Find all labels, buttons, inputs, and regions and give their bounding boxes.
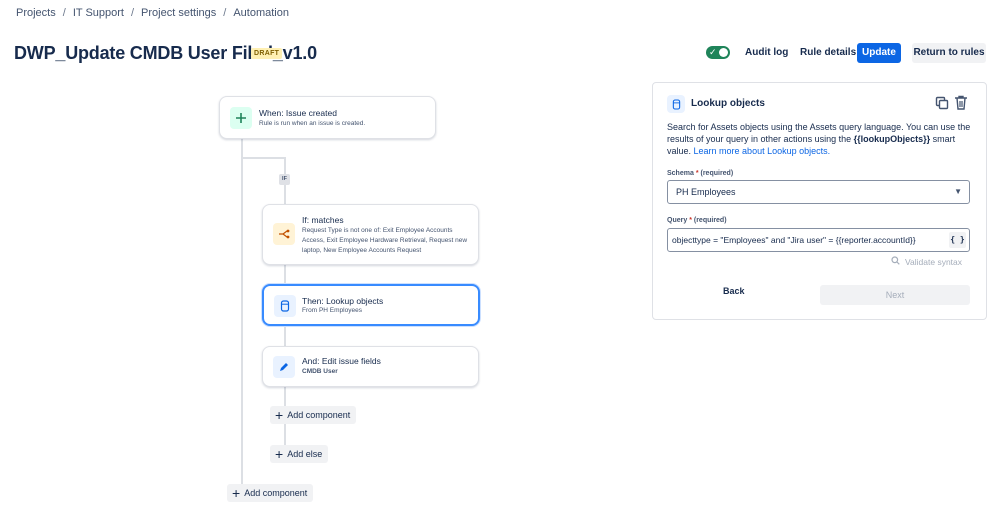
check-icon: ✓ — [709, 47, 717, 57]
trigger-title: When: Issue created — [259, 108, 337, 118]
plus-icon: + — [275, 446, 284, 462]
validate-syntax-button[interactable]: Validate syntax — [891, 256, 962, 267]
copy-icon[interactable] — [935, 96, 949, 115]
lookup-objects-card[interactable]: Then: Lookup objects From PH Employees — [262, 284, 480, 326]
branch-icon — [273, 223, 295, 245]
trash-icon[interactable] — [954, 95, 968, 115]
add-else-button[interactable]: + Add else — [270, 445, 329, 463]
schema-label: Schema * (required) — [667, 170, 733, 177]
audit-log-button[interactable]: Audit log — [737, 43, 796, 63]
edit-desc: CMDB User — [302, 368, 338, 375]
plus-icon: + — [232, 485, 241, 501]
breadcrumb-automation[interactable]: Automation — [233, 7, 289, 19]
query-input[interactable]: objecttype = "Employees" and "Jira user"… — [667, 228, 970, 252]
smart-value-button[interactable]: { } — [949, 232, 966, 248]
edit-issue-fields-card[interactable]: And: Edit issue fields CMDB User — [262, 346, 479, 387]
next-button[interactable]: Next — [820, 285, 970, 305]
plus-icon — [230, 107, 252, 129]
schema-select[interactable]: PH Employees ▼ — [667, 180, 970, 204]
breadcrumb-project-settings[interactable]: Project settings — [141, 7, 216, 19]
search-icon — [891, 256, 900, 267]
toggle-knob — [719, 48, 728, 57]
query-value: objecttype = "Employees" and "Jira user"… — [672, 235, 916, 245]
required-star: * — [689, 217, 692, 224]
flow-line-branch — [242, 157, 285, 159]
update-button[interactable]: Update — [857, 43, 901, 63]
status-badge: DRAFT — [251, 48, 283, 59]
breadcrumb-separator: / — [62, 7, 66, 19]
learn-more-link[interactable]: Learn more about Lookup objects. — [694, 146, 831, 156]
database-icon — [667, 95, 685, 113]
trigger-desc: Rule is run when an issue is created. — [259, 120, 366, 127]
back-button[interactable]: Back — [723, 286, 745, 296]
panel-title: Lookup objects — [691, 98, 765, 109]
query-label: Query * (required) — [667, 217, 727, 224]
add-component-label: Add component — [287, 410, 351, 420]
breadcrumb-projects[interactable]: Projects — [16, 7, 56, 19]
required-text: (required) — [700, 170, 734, 177]
breadcrumb-separator: / — [223, 7, 227, 19]
return-to-rules-button[interactable]: Return to rules — [912, 43, 986, 63]
rule-enabled-toggle[interactable]: ✓ — [706, 46, 730, 59]
required-text: (required) — [693, 217, 727, 224]
edit-title: And: Edit issue fields — [302, 356, 381, 366]
validate-syntax-label: Validate syntax — [905, 256, 963, 267]
chevron-down-icon: ▼ — [954, 187, 962, 196]
condition-title: If: matches — [302, 215, 344, 225]
condition-card[interactable]: If: matches Request Type is not one of: … — [262, 204, 479, 265]
required-star: * — [695, 170, 699, 177]
flow-line-main — [241, 138, 243, 487]
if-tag: IF — [279, 174, 290, 185]
panel-description: Search for Assets objects using the Asse… — [667, 121, 977, 157]
schema-label-text: Schema — [667, 170, 694, 177]
rule-details-button[interactable]: Rule details — [792, 43, 864, 63]
add-component-inner-button[interactable]: + Add component — [270, 406, 357, 424]
add-else-label: Add else — [287, 449, 323, 459]
database-icon — [274, 295, 296, 317]
trigger-card[interactable]: When: Issue created Rule is run when an … — [219, 96, 436, 139]
plus-icon: + — [275, 407, 284, 423]
query-label-text: Query — [667, 217, 688, 224]
condition-desc: Request Type is not one of: Exit Employe… — [302, 227, 468, 254]
pencil-icon — [273, 356, 295, 378]
lookup-desc: From PH Employees — [302, 307, 362, 314]
breadcrumb-it-support[interactable]: IT Support — [73, 7, 124, 19]
add-component-label: Add component — [244, 488, 308, 498]
schema-value: PH Employees — [676, 187, 736, 197]
breadcrumb: Projects / IT Support / Project settings… — [16, 6, 289, 20]
breadcrumb-separator: / — [130, 7, 135, 19]
lookup-title: Then: Lookup objects — [302, 296, 384, 306]
add-component-outer-button[interactable]: + Add component — [227, 484, 314, 502]
smart-value: {{lookupObjects}} — [853, 134, 931, 144]
lookup-objects-panel: Lookup objects Search for Assets objects… — [652, 82, 987, 320]
